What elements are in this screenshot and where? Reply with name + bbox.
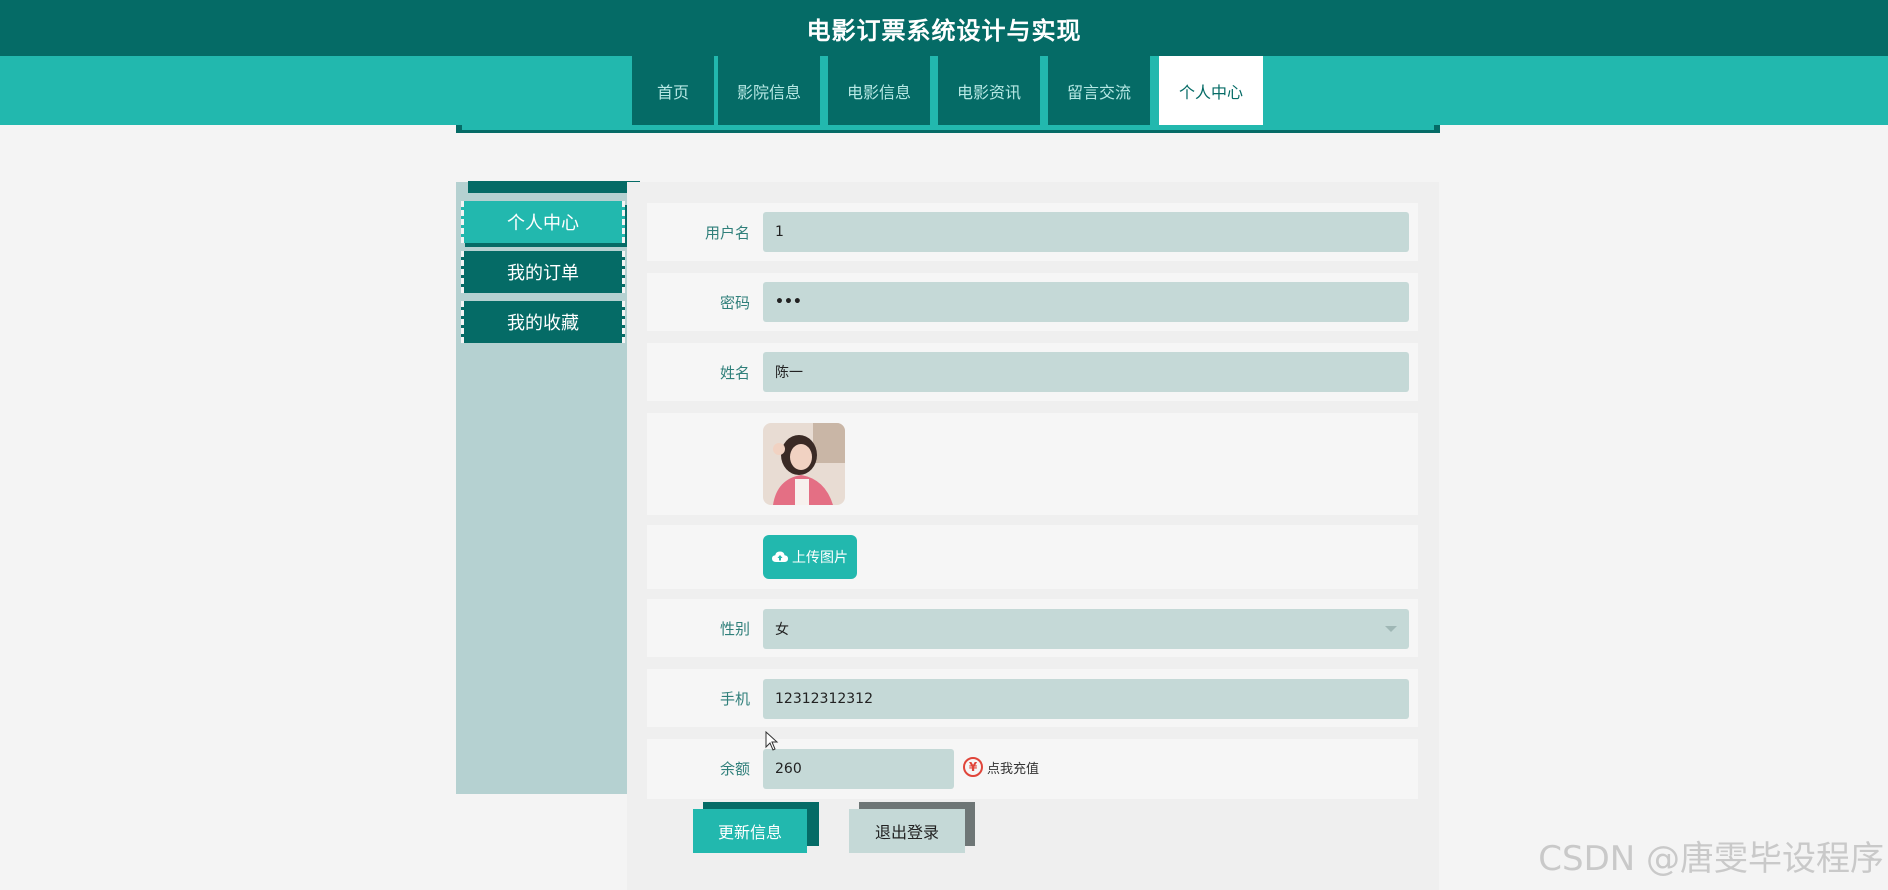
page-title: 电影订票系统设计与实现 (0, 0, 1888, 56)
sidebar-item-my-favorites[interactable]: 我的收藏 (461, 301, 625, 343)
phone-input[interactable]: 12312312312 (763, 679, 1409, 719)
tab-personal-center[interactable]: 个人中心 (1159, 56, 1263, 125)
chevron-down-icon (1385, 626, 1397, 632)
name-label: 姓名 (719, 364, 750, 382)
gender-label: 性别 (719, 620, 750, 638)
password-input[interactable]: ••• (763, 282, 1409, 322)
balance-label: 余额 (719, 760, 750, 778)
nav-underline (456, 125, 1440, 133)
password-label: 密码 (719, 294, 750, 312)
upload-image-button[interactable]: 上传图片 (763, 535, 857, 579)
recharge-link[interactable]: ¥ 点我充值 (963, 757, 1039, 777)
phone-label: 手机 (719, 690, 750, 708)
tab-home[interactable]: 首页 (632, 56, 714, 125)
sidebar-item-my-orders[interactable]: 我的订单 (461, 251, 625, 293)
recharge-label: 点我充值 (987, 761, 1040, 777)
tab-cinema-info[interactable]: 影院信息 (714, 56, 820, 125)
balance-input[interactable]: 260 (763, 749, 954, 789)
tab-movie-info[interactable]: 电影信息 (824, 56, 930, 125)
upload-image-label: 上传图片 (792, 550, 848, 566)
gender-value: 女 (775, 622, 789, 638)
tab-movie-news[interactable]: 电影资讯 (934, 56, 1040, 125)
sidebar-top-bar (468, 181, 640, 193)
mouse-cursor-icon (765, 731, 779, 751)
name-input[interactable]: 陈一 (763, 352, 1409, 392)
logout-button[interactable]: 退出登录 (849, 809, 965, 853)
username-input[interactable]: 1 (763, 212, 1409, 252)
watermark: CSDN @唐雯毕设程序 (1538, 839, 1884, 879)
cloud-upload-icon (772, 551, 788, 562)
username-label: 用户名 (704, 224, 750, 242)
update-info-button[interactable]: 更新信息 (693, 809, 807, 853)
tab-message-board[interactable]: 留言交流 (1044, 56, 1150, 125)
yen-icon: ¥ (963, 757, 983, 777)
gender-select[interactable]: 女 (763, 609, 1409, 649)
sidebar-item-personal-center[interactable]: 个人中心 (461, 201, 625, 243)
avatar (763, 423, 845, 505)
